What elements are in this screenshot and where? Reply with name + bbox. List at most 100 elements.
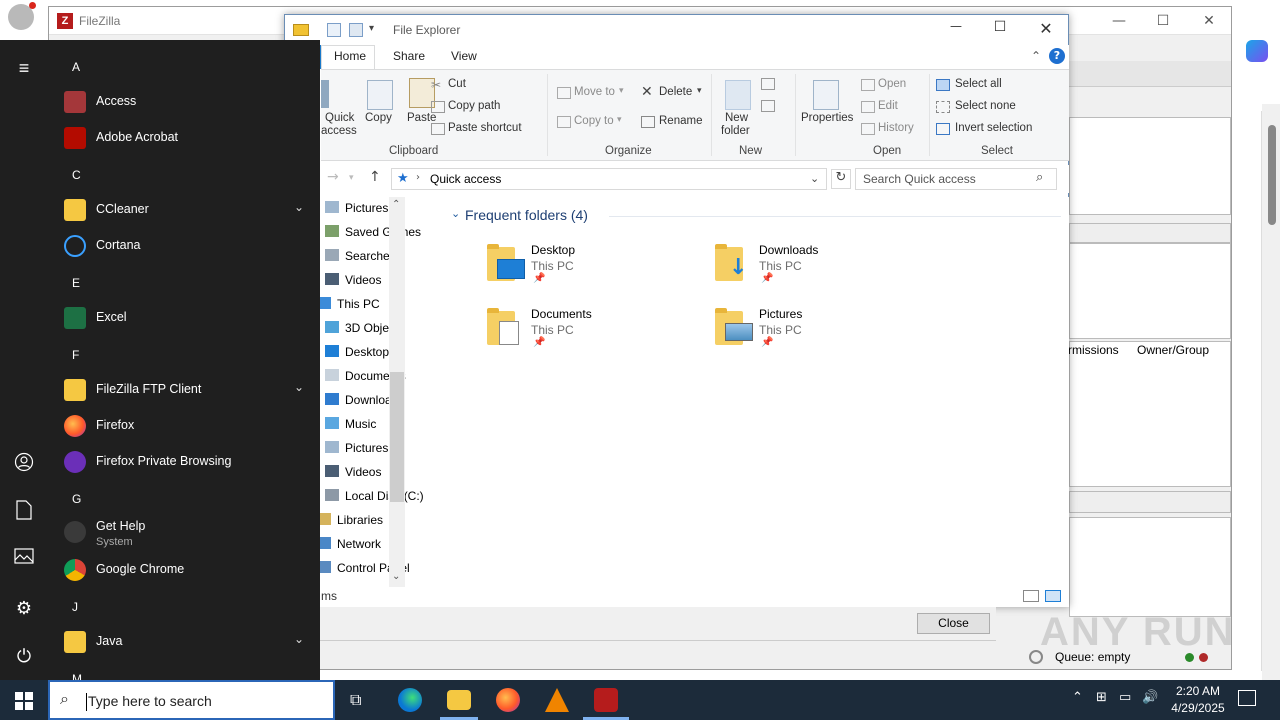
properties-button[interactable]: Properties (801, 112, 853, 124)
select-none-button[interactable]: Select none (955, 100, 1016, 112)
minimize-button[interactable]: — (945, 19, 967, 41)
collapse-ribbon-icon[interactable]: ⌃ (1031, 49, 1041, 63)
folder-tile[interactable]: Desktop This PC 📌 (487, 243, 687, 293)
nav-item[interactable]: Libraries (317, 513, 383, 527)
select-all-button[interactable]: Select all (955, 78, 1002, 90)
volume-icon[interactable]: 🔊 (1142, 690, 1158, 705)
nav-item[interactable]: Saved Games (325, 225, 421, 239)
maximize-button[interactable]: ☐ (989, 19, 1011, 41)
pin-quick-access-label[interactable]: Quick (325, 112, 354, 124)
nav-item[interactable]: Videos (325, 465, 381, 479)
nav-item[interactable]: Music (325, 417, 376, 431)
show-hidden-icons-icon[interactable]: ⌃ (1072, 690, 1083, 705)
account-icon[interactable] (12, 452, 36, 476)
nav-item[interactable]: Local Disk (C:) (325, 489, 424, 503)
nav-item[interactable]: Videos (325, 273, 381, 287)
letter-header[interactable]: C (72, 168, 81, 182)
taskbar-search-input[interactable]: ⌕ Type here to search (48, 680, 335, 720)
folder-tile[interactable]: ↓ Downloads This PC 📌 (715, 243, 915, 293)
app-ccleaner[interactable]: CCleaner ⌄ (60, 192, 312, 228)
history-button[interactable]: History (878, 122, 914, 134)
frequent-folders-header[interactable]: Frequent folders (4) (465, 207, 588, 223)
scroll-down-icon[interactable]: ⌄ (392, 571, 400, 582)
close-window-button[interactable]: ✕ (1035, 19, 1057, 41)
tab-share[interactable]: Share (393, 49, 425, 63)
power-icon[interactable]: ⏻ (12, 644, 36, 668)
large-icons-view-icon[interactable] (1045, 590, 1061, 602)
scroll-up-icon[interactable]: ⌃ (392, 199, 400, 210)
collapse-group-icon[interactable]: ⌄ (451, 207, 460, 220)
app-access[interactable]: Access (60, 84, 312, 120)
settings-gear-icon[interactable]: ⚙ (12, 596, 36, 620)
start-button[interactable] (0, 680, 48, 720)
nav-item[interactable]: Pictures (325, 201, 388, 215)
column-owner-group[interactable]: Owner/Group (1137, 343, 1209, 357)
recent-locations-icon[interactable]: ▾ (349, 173, 354, 183)
filezilla-taskbar-icon[interactable] (594, 688, 618, 712)
copilot-icon[interactable] (1246, 40, 1268, 62)
letter-header[interactable]: G (72, 492, 81, 506)
nav-scrollbar-thumb[interactable] (390, 372, 404, 502)
rename-button[interactable]: Rename (659, 115, 702, 127)
user-avatar[interactable] (8, 2, 36, 30)
edge-icon[interactable] (398, 688, 422, 712)
app-firefox[interactable]: Firefox (60, 408, 312, 444)
edit-button[interactable]: Edit (878, 100, 898, 112)
properties-quick-icon[interactable] (327, 23, 341, 37)
close-window-button[interactable]: ✕ (1191, 11, 1227, 31)
cut-button[interactable]: Cut (448, 78, 466, 90)
device-icon[interactable]: ⊞ (1096, 690, 1107, 705)
app-firefox-private[interactable]: Firefox Private Browsing (60, 444, 312, 480)
letter-header[interactable]: E (72, 276, 80, 290)
new-item-icon[interactable] (761, 78, 775, 90)
delete-button[interactable]: Delete (659, 86, 692, 98)
new-folder-quick-icon[interactable] (349, 23, 363, 37)
search-input[interactable]: Search Quick access ⌕ (855, 168, 1057, 190)
app-filezilla[interactable]: FileZilla FTP Client ⌄ (60, 372, 312, 408)
nav-item[interactable]: This PC (317, 297, 380, 311)
copy-path-button[interactable]: Copy path (448, 100, 500, 112)
new-folder-label[interactable]: New (725, 112, 748, 124)
letter-header[interactable]: A (72, 60, 80, 74)
page-scrollbar-thumb[interactable] (1268, 125, 1276, 225)
app-excel[interactable]: Excel (60, 300, 312, 336)
file-explorer-taskbar-icon[interactable] (447, 690, 471, 710)
letter-header[interactable]: F (72, 348, 79, 362)
search-icon[interactable]: ⌕ (1036, 170, 1043, 185)
chevron-down-icon[interactable]: ⌄ (294, 632, 304, 646)
copy-to-button[interactable]: Copy to (574, 115, 614, 127)
copy-button[interactable]: Copy (365, 112, 392, 124)
app-cortana[interactable]: Cortana (60, 228, 312, 264)
close-button[interactable]: Close (917, 613, 990, 634)
network-icon[interactable]: ▭ (1119, 690, 1131, 705)
folder-tile[interactable]: Pictures This PC 📌 (715, 307, 915, 357)
breadcrumb-chevron-icon[interactable]: › (416, 172, 420, 183)
app-java[interactable]: Java ⌄ (60, 624, 312, 660)
forward-icon[interactable]: → (327, 169, 339, 185)
app-google-chrome[interactable]: Google Chrome (60, 552, 312, 588)
filezilla-remote-path[interactable] (1069, 223, 1231, 243)
folder-tile[interactable]: Documents This PC 📌 (487, 307, 687, 357)
nav-item[interactable]: Searches (325, 249, 396, 263)
letter-header[interactable]: J (72, 600, 78, 614)
customize-toolbar-icon[interactable]: ▾ (369, 23, 374, 34)
maximize-button[interactable]: ☐ (1145, 11, 1181, 31)
clock[interactable]: 2:20 AM 4/29/2025 (1160, 683, 1236, 717)
tab-view[interactable]: View (451, 49, 477, 63)
column-permissions[interactable]: rmissions (1068, 343, 1119, 357)
app-get-help[interactable]: Get Help System (60, 514, 312, 554)
chevron-down-icon[interactable]: ⌄ (294, 200, 304, 214)
paste-shortcut-button[interactable]: Paste shortcut (448, 122, 522, 134)
nav-item[interactable]: Pictures (325, 441, 388, 455)
documents-icon[interactable] (12, 500, 36, 524)
chevron-down-icon[interactable]: ⌄ (294, 380, 304, 394)
up-icon[interactable]: ↑ (369, 169, 381, 185)
firefox-taskbar-icon[interactable] (496, 688, 520, 712)
easy-access-icon[interactable] (761, 100, 775, 112)
app-adobe-acrobat[interactable]: Adobe Acrobat (60, 120, 312, 156)
task-view-icon[interactable]: ⧉ (350, 690, 361, 710)
refresh-icon[interactable]: ↻ (831, 169, 851, 189)
nav-item[interactable]: Desktop (325, 345, 389, 359)
invert-selection-button[interactable]: Invert selection (955, 122, 1032, 134)
minimize-button[interactable]: — (1101, 11, 1137, 31)
